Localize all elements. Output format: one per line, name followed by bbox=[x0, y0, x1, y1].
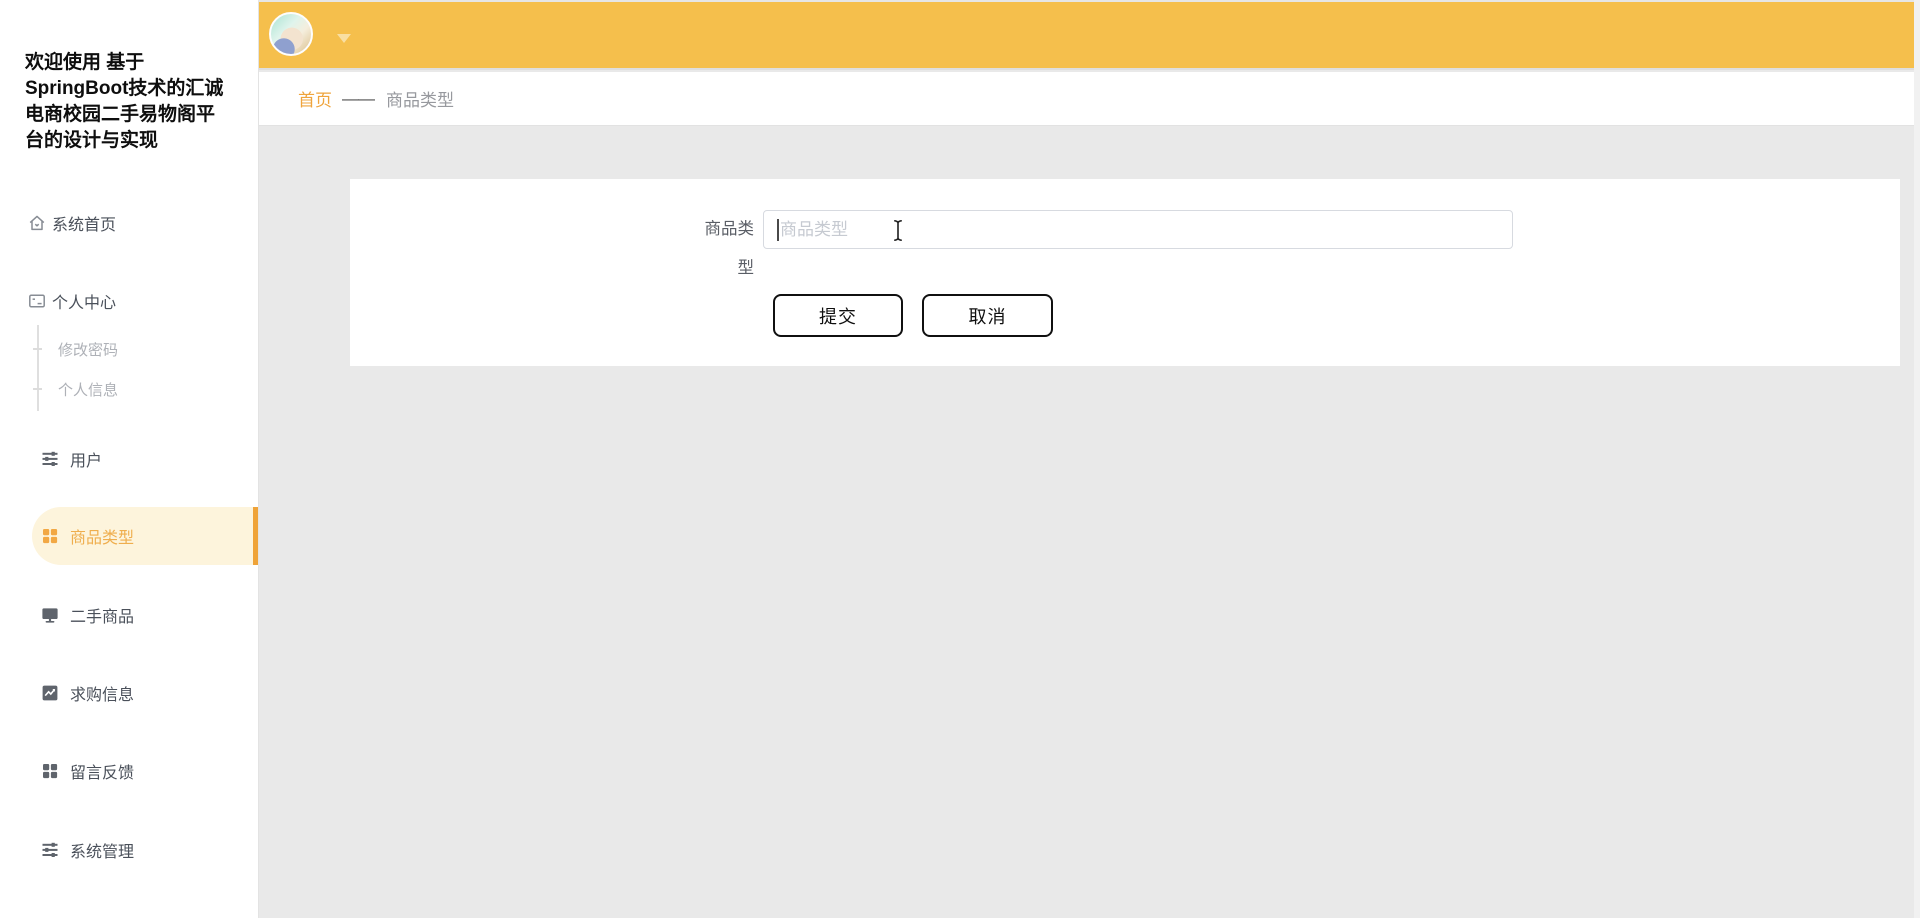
monitor-icon bbox=[40, 605, 60, 625]
sidebar-item-label: 留言反馈 bbox=[70, 765, 135, 782]
form-card: 商品类型 提交 取消 bbox=[350, 179, 1900, 366]
vertical-scrollbar[interactable] bbox=[1914, 0, 1920, 918]
top-navbar bbox=[259, 2, 1920, 70]
sidebar-item-label: 个人中心 bbox=[52, 295, 117, 312]
home-icon bbox=[27, 213, 47, 233]
grid-menu-icon bbox=[40, 761, 60, 781]
operation-icon bbox=[40, 449, 60, 469]
cancel-button[interactable]: 取消 bbox=[922, 294, 1053, 337]
sidebar-item-purchase-requests[interactable]: 求购信息 bbox=[0, 665, 258, 721]
breadcrumb: 首页 —— 商品类型 bbox=[259, 72, 1920, 126]
breadcrumb-home-link[interactable]: 首页 bbox=[298, 86, 332, 111]
grid-menu-icon bbox=[40, 526, 60, 546]
sidebar-subitem-personal-info[interactable]: 个人信息 bbox=[0, 371, 258, 407]
text-caret bbox=[777, 219, 779, 241]
sidebar-item-product-type-active[interactable]: 商品类型 bbox=[32, 507, 258, 565]
sidebar-item-label: 商品类型 bbox=[70, 530, 135, 547]
ibeam-cursor-icon bbox=[892, 219, 904, 247]
sidebar-item-feedback[interactable]: 留言反馈 bbox=[0, 743, 258, 799]
operation-icon bbox=[40, 840, 60, 860]
sidebar-item-label: 系统管理 bbox=[70, 844, 135, 861]
chevron-down-icon[interactable] bbox=[337, 34, 351, 43]
main-area: 首页 —— 商品类型 商品类型 提交 取消 bbox=[259, 0, 1920, 918]
product-type-input[interactable] bbox=[763, 210, 1513, 249]
trend-chart-icon bbox=[40, 683, 60, 703]
sidebar-welcome-title: 欢迎使用 基于SpringBoot技术的汇诚电商校园二手易物阁平台的设计与实现 bbox=[25, 52, 224, 151]
active-item-accent-bar bbox=[253, 507, 258, 565]
product-type-label: 商品类型 bbox=[704, 220, 755, 277]
sidebar-subitem-label: 修改密码 bbox=[58, 341, 119, 359]
breadcrumb-current: 商品类型 bbox=[386, 91, 454, 110]
submit-button[interactable]: 提交 bbox=[773, 294, 903, 337]
sidebar: 欢迎使用 基于SpringBoot技术的汇诚电商校园二手易物阁平台的设计与实现 … bbox=[0, 0, 259, 918]
sidebar-item-label: 二手商品 bbox=[70, 609, 135, 626]
user-avatar[interactable] bbox=[269, 12, 313, 56]
content-area: 商品类型 提交 取消 bbox=[259, 127, 1920, 918]
postcard-icon bbox=[27, 291, 47, 311]
sidebar-item-system-management[interactable]: 系统管理 bbox=[0, 822, 258, 878]
sidebar-item-users[interactable]: 用户 bbox=[0, 431, 258, 487]
sidebar-item-personal-center[interactable]: 个人中心 bbox=[0, 273, 258, 329]
sidebar-item-label: 系统首页 bbox=[52, 217, 117, 234]
sidebar-item-system-home[interactable]: 系统首页 bbox=[0, 195, 258, 251]
app-window: 欢迎使用 基于SpringBoot技术的汇诚电商校园二手易物阁平台的设计与实现 … bbox=[0, 0, 1920, 918]
sidebar-item-secondhand-goods[interactable]: 二手商品 bbox=[0, 587, 258, 643]
sidebar-subitem-change-password[interactable]: 修改密码 bbox=[0, 331, 258, 367]
sidebar-subitem-label: 个人信息 bbox=[58, 381, 119, 399]
sidebar-item-label: 求购信息 bbox=[70, 687, 135, 704]
breadcrumb-separator: —— bbox=[342, 88, 375, 108]
sidebar-item-label: 用户 bbox=[70, 453, 103, 470]
